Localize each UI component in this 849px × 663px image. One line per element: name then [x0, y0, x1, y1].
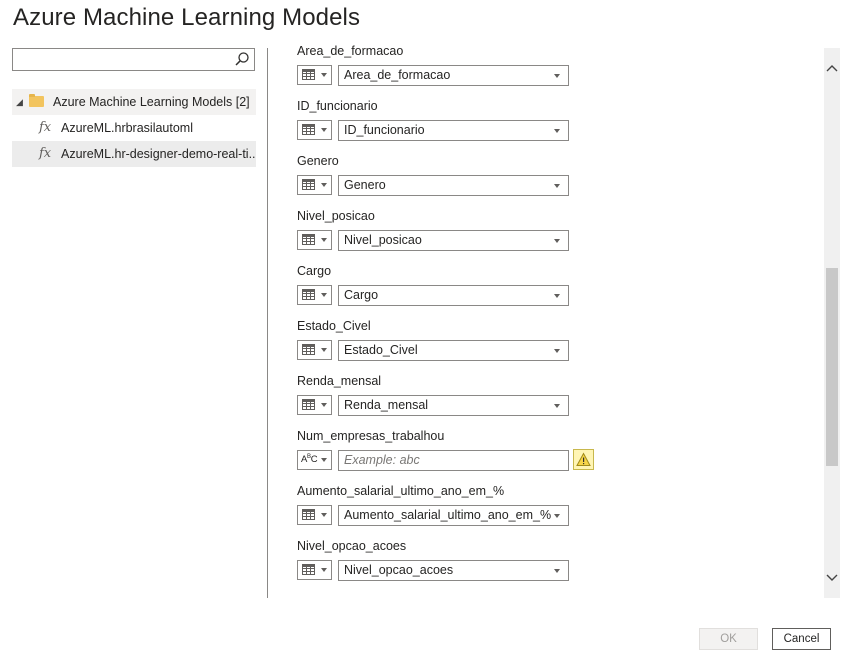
vertical-scrollbar[interactable]	[824, 48, 840, 598]
parameter-label: Genero	[297, 154, 339, 168]
column-select[interactable]: Area_de_formacao	[338, 65, 569, 86]
column-select-value: Nivel_opcao_acoes	[344, 563, 454, 577]
scrollbar-thumb[interactable]	[826, 268, 838, 466]
column-select[interactable]: Renda_mensal	[338, 395, 569, 416]
chevron-down-icon	[321, 513, 327, 517]
search-input[interactable]	[15, 50, 234, 70]
parameter-label: Estado_Civel	[297, 319, 371, 333]
chevron-down-icon	[321, 568, 327, 572]
chevron-down-icon	[321, 183, 327, 187]
column-select-value: Aumento_salarial_ultimo_ano_em_%	[344, 508, 552, 522]
column-type-dropdown[interactable]	[297, 505, 332, 525]
parameter-label: Aumento_salarial_ultimo_ano_em_%	[297, 484, 505, 498]
column-select-value: Estado_Civel	[344, 343, 418, 357]
column-select-value: ID_funcionario	[344, 123, 425, 137]
chevron-down-icon	[321, 348, 327, 352]
column-select[interactable]: Aumento_salarial_ultimo_ano_em_%	[338, 505, 569, 526]
column-type-dropdown[interactable]	[297, 65, 332, 85]
ok-button[interactable]: OK	[699, 628, 758, 650]
abc-type-icon: ABC	[301, 454, 318, 466]
parameter-label: ID_funcionario	[297, 99, 378, 113]
column-type-dropdown[interactable]	[297, 560, 332, 580]
column-select[interactable]: Nivel_opcao_acoes	[338, 560, 569, 581]
table-icon	[302, 234, 315, 245]
chevron-down-icon	[554, 184, 560, 188]
search-icon[interactable]	[234, 51, 250, 67]
column-select[interactable]: Cargo	[338, 285, 569, 306]
table-icon	[302, 69, 315, 80]
expand-triangle-icon[interactable]: ◢	[16, 89, 23, 115]
chevron-down-icon	[321, 128, 327, 132]
parameter-list: Area_de_formacao Area_de_formacao ID_fun…	[297, 44, 822, 598]
chevron-down-icon	[321, 293, 327, 297]
table-icon	[302, 399, 315, 410]
column-select[interactable]: Genero	[338, 175, 569, 196]
scroll-down-arrow-icon[interactable]	[825, 570, 839, 584]
cancel-button[interactable]: Cancel	[772, 628, 831, 650]
parameter-label: Nivel_posicao	[297, 209, 375, 223]
table-icon	[302, 344, 315, 355]
column-select[interactable]: Nivel_posicao	[338, 230, 569, 251]
function-icon: fx	[39, 146, 52, 161]
chevron-down-icon	[321, 403, 327, 407]
chevron-down-icon	[554, 569, 560, 573]
pane-divider[interactable]	[267, 48, 268, 598]
chevron-down-icon	[554, 349, 560, 353]
tree-folder-label: Azure Machine Learning Models [2]	[53, 95, 250, 109]
parameter-label: Nivel_opcao_acoes	[297, 539, 407, 553]
parameter-label: Num_empresas_trabalhou	[297, 429, 445, 443]
function-icon: fx	[39, 120, 52, 135]
chevron-down-icon	[554, 294, 560, 298]
column-type-dropdown[interactable]	[297, 120, 332, 140]
text-input-placeholder: Example: abc	[344, 453, 420, 467]
column-type-dropdown[interactable]	[297, 175, 332, 195]
column-type-dropdown[interactable]	[297, 395, 332, 415]
chevron-down-icon	[321, 458, 327, 462]
column-select-value: Cargo	[344, 288, 379, 302]
column-select[interactable]: Estado_Civel	[338, 340, 569, 361]
column-type-dropdown[interactable]	[297, 340, 332, 360]
parameter-label: Cargo	[297, 264, 332, 278]
dialog-title: Azure Machine Learning Models	[13, 4, 361, 31]
parameter-label: Renda_mensal	[297, 374, 382, 388]
column-select[interactable]: ID_funcionario	[338, 120, 569, 141]
tree-item-label: AzureML.hrbrasilautoml	[61, 121, 193, 135]
table-icon	[302, 564, 315, 575]
chevron-down-icon	[321, 238, 327, 242]
chevron-down-icon	[321, 73, 327, 77]
table-icon	[302, 509, 315, 520]
table-icon	[302, 124, 315, 135]
chevron-down-icon	[554, 74, 560, 78]
text-value-input[interactable]: Example: abc	[338, 450, 569, 471]
chevron-down-icon	[554, 404, 560, 408]
tree-item-hr-designer-demo[interactable]: fx AzureML.hr-designer-demo-real-ti...	[12, 141, 256, 167]
table-icon	[302, 289, 315, 300]
warning-button[interactable]	[573, 449, 594, 470]
warning-icon	[576, 452, 591, 466]
column-select-value: Nivel_posicao	[344, 233, 422, 247]
column-type-dropdown[interactable]	[297, 285, 332, 305]
tree-item-hrbrasilautoml[interactable]: fx AzureML.hrbrasilautoml	[12, 115, 256, 141]
chevron-down-icon	[554, 239, 560, 243]
chevron-down-icon	[554, 514, 560, 518]
text-type-dropdown[interactable]: ABC	[297, 450, 332, 470]
tree-item-label: AzureML.hr-designer-demo-real-ti...	[61, 147, 256, 161]
scroll-up-arrow-icon[interactable]	[825, 62, 839, 76]
navigator-tree: ◢ Azure Machine Learning Models [2] fx A…	[12, 89, 256, 167]
search-box[interactable]	[12, 48, 255, 71]
chevron-down-icon	[554, 129, 560, 133]
tree-folder-azure-ml[interactable]: ◢ Azure Machine Learning Models [2]	[12, 89, 256, 115]
parameter-label: Area_de_formacao	[297, 44, 404, 58]
folder-icon	[29, 94, 44, 107]
column-select-value: Renda_mensal	[344, 398, 429, 412]
table-icon	[302, 179, 315, 190]
column-select-value: Area_de_formacao	[344, 68, 451, 82]
column-type-dropdown[interactable]	[297, 230, 332, 250]
column-select-value: Genero	[344, 178, 386, 192]
